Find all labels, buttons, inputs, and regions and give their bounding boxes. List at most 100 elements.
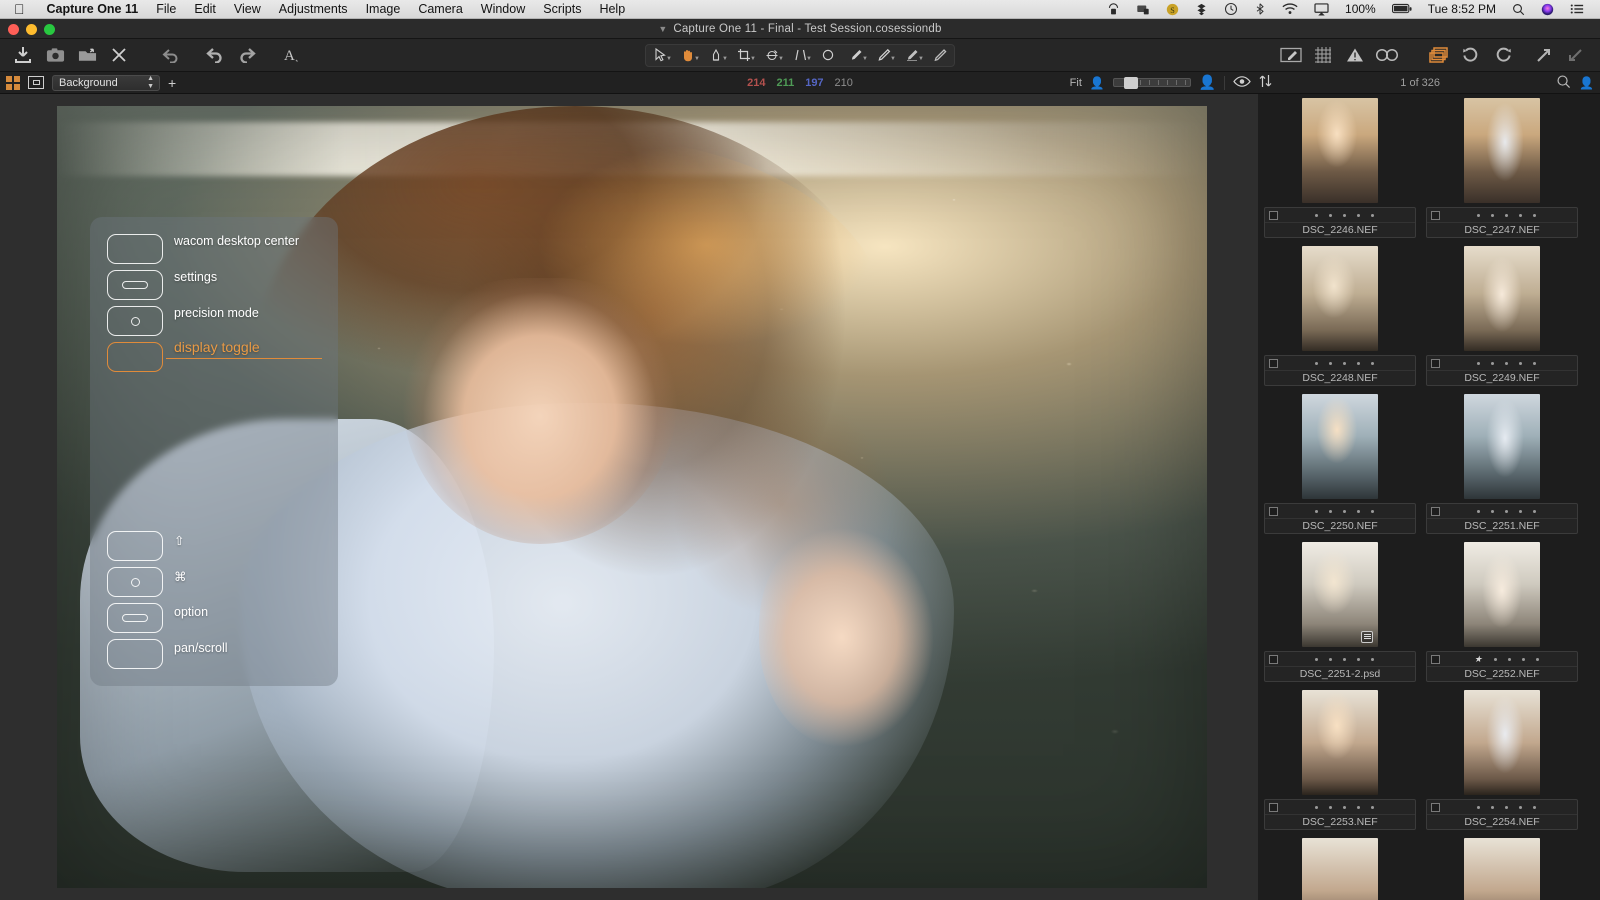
menu-item-image[interactable]: Image <box>357 0 410 19</box>
close-x-icon[interactable] <box>104 42 134 68</box>
vpn-lock-icon[interactable] <box>1099 2 1128 16</box>
thumbnail-rating[interactable] <box>1477 213 1536 217</box>
exit-fullscreen-icon[interactable] <box>1560 42 1590 68</box>
thumbnail-rating[interactable] <box>1315 213 1374 217</box>
thumbnail-select-checkbox[interactable] <box>1269 358 1278 368</box>
menu-item-adjustments[interactable]: Adjustments <box>270 0 357 19</box>
wacom-key-6[interactable] <box>107 567 163 597</box>
wacom-key-5[interactable] <box>107 531 163 561</box>
thumbnail-rating[interactable] <box>1315 657 1374 661</box>
document-proxy-icon[interactable]: ▼ <box>658 24 667 34</box>
single-view-icon[interactable] <box>28 76 44 89</box>
dollar-s-icon[interactable]: S <box>1158 3 1187 16</box>
user-icon[interactable]: 👤 <box>1579 76 1594 90</box>
thumbnail-rating[interactable] <box>1315 361 1374 365</box>
thumbnail-cell[interactable]: DSC_2254.NEF <box>1426 688 1578 830</box>
text-tool-icon[interactable]: A <box>276 42 306 68</box>
sort-order-icon[interactable] <box>1259 74 1272 91</box>
menu-item-capture-one[interactable]: Capture One 11 <box>38 0 148 19</box>
add-layer-icon[interactable]: + <box>168 76 176 90</box>
thumbnail-image[interactable] <box>1264 244 1416 352</box>
thumbnail-cell[interactable] <box>1426 836 1578 900</box>
import-images-icon[interactable] <box>8 42 38 68</box>
screen-lock-icon[interactable] <box>1128 3 1158 16</box>
wacom-key-4[interactable] <box>107 342 163 372</box>
time-machine-icon[interactable] <box>1216 2 1246 16</box>
thumbnail-cell[interactable] <box>1264 836 1416 900</box>
redo-icon[interactable] <box>232 42 262 68</box>
wacom-key-1[interactable] <box>107 234 163 264</box>
keystone-tool-icon[interactable]: ▼ <box>786 45 814 66</box>
menu-item-camera[interactable]: Camera <box>409 0 471 19</box>
thumbnail-image[interactable] <box>1426 244 1578 352</box>
rotate-right-icon[interactable] <box>1488 42 1518 68</box>
menu-item-file[interactable]: File <box>147 0 185 19</box>
thumbnail-image[interactable] <box>1426 96 1578 204</box>
wifi-icon[interactable] <box>1274 3 1306 15</box>
undo-icon[interactable] <box>200 42 230 68</box>
spot-removal-tool-icon[interactable] <box>814 45 842 66</box>
heal-brush-tool-icon[interactable] <box>926 45 954 66</box>
thumbnail-cell[interactable]: DSC_2247.NEF <box>1426 96 1578 238</box>
edit-selected-icon[interactable] <box>1276 42 1306 68</box>
thumbnail-select-checkbox[interactable] <box>1431 358 1440 368</box>
close-button[interactable] <box>8 23 19 35</box>
menu-item-view[interactable]: View <box>225 0 270 19</box>
open-folder-icon[interactable] <box>72 42 102 68</box>
thumbnail-image[interactable] <box>1426 392 1578 500</box>
rotate-tool-icon[interactable]: ▼ <box>758 45 786 66</box>
white-balance-tool-icon[interactable]: ▼ <box>702 45 730 66</box>
menu-item-help[interactable]: Help <box>590 0 634 19</box>
search-icon[interactable] <box>1556 74 1571 92</box>
grid-view-icon[interactable] <box>6 75 20 90</box>
draw-mask-tool-icon[interactable]: ▼ <box>842 45 870 66</box>
zoom-level-label[interactable]: Fit <box>1070 77 1082 89</box>
thumbnail-select-checkbox[interactable] <box>1269 802 1278 812</box>
zoom-slider-knob[interactable] <box>1123 77 1138 89</box>
thumbnail-rating[interactable]: ★ <box>1474 654 1539 664</box>
battery-charging-icon[interactable] <box>1384 3 1420 15</box>
rotate-left-icon[interactable] <box>1456 42 1486 68</box>
pan-hand-tool-icon[interactable]: ▼ <box>674 45 702 66</box>
wacom-key-2[interactable] <box>107 270 163 300</box>
thumbnail-rating[interactable] <box>1315 805 1374 809</box>
siri-icon[interactable] <box>1533 3 1562 16</box>
wacom-key-3[interactable] <box>107 306 163 336</box>
thumbnail-select-checkbox[interactable] <box>1431 210 1440 220</box>
thumbnail-image[interactable] <box>1264 688 1416 796</box>
image-canvas[interactable]: wacom desktop center settings precision … <box>57 106 1207 888</box>
thumbnail-cell[interactable]: DSC_2251.NEF <box>1426 392 1578 534</box>
thumbnail-image[interactable] <box>1264 836 1416 900</box>
thumbnail-cell[interactable]: DSC_2250.NEF <box>1264 392 1416 534</box>
grid-overlay-icon[interactable] <box>1308 42 1338 68</box>
thumbnail-select-checkbox[interactable] <box>1431 654 1440 664</box>
proof-view-icon[interactable] <box>1233 75 1251 91</box>
thumbnail-rating[interactable] <box>1477 361 1536 365</box>
notification-center-icon[interactable] <box>1562 3 1592 15</box>
copy-variants-icon[interactable] <box>1424 42 1454 68</box>
thumbnail-cell[interactable]: DSC_2249.NEF <box>1426 244 1578 386</box>
thumbnail-rating[interactable] <box>1477 509 1536 513</box>
browser-panel[interactable]: DSC_2246.NEF DSC_2247.NEF DSC_2248.NEF DSC_… <box>1258 94 1600 900</box>
thumbnail-select-checkbox[interactable] <box>1431 802 1440 812</box>
thumbnail-cell[interactable]: DSC_2246.NEF <box>1264 96 1416 238</box>
thumbnail-image[interactable] <box>1426 688 1578 796</box>
focus-mask-icon[interactable] <box>1372 42 1402 68</box>
thumbnail-image[interactable] <box>1426 836 1578 900</box>
undo-arrow-icon[interactable] <box>156 42 186 68</box>
thumbnail-image[interactable] <box>1264 540 1416 648</box>
pointer-tool-icon[interactable]: ▼ <box>646 45 674 66</box>
spotlight-search-icon[interactable] <box>1504 3 1533 16</box>
erase-mask-tool-icon[interactable]: ▼ <box>870 45 898 66</box>
menu-item-edit[interactable]: Edit <box>185 0 225 19</box>
image-viewer[interactable]: wacom desktop center settings precision … <box>0 94 1258 900</box>
thumbnail-select-checkbox[interactable] <box>1269 506 1278 516</box>
zoom-button[interactable] <box>44 23 55 35</box>
capture-icon[interactable] <box>40 42 70 68</box>
fullscreen-icon[interactable] <box>1528 42 1558 68</box>
thumbnail-rating[interactable] <box>1315 509 1374 513</box>
thumbnail-image[interactable] <box>1426 540 1578 648</box>
thumbnail-cell[interactable]: DSC_2253.NEF <box>1264 688 1416 830</box>
thumbnail-cell[interactable]: DSC_2251-2.psd <box>1264 540 1416 682</box>
thumbnail-select-checkbox[interactable] <box>1269 210 1278 220</box>
